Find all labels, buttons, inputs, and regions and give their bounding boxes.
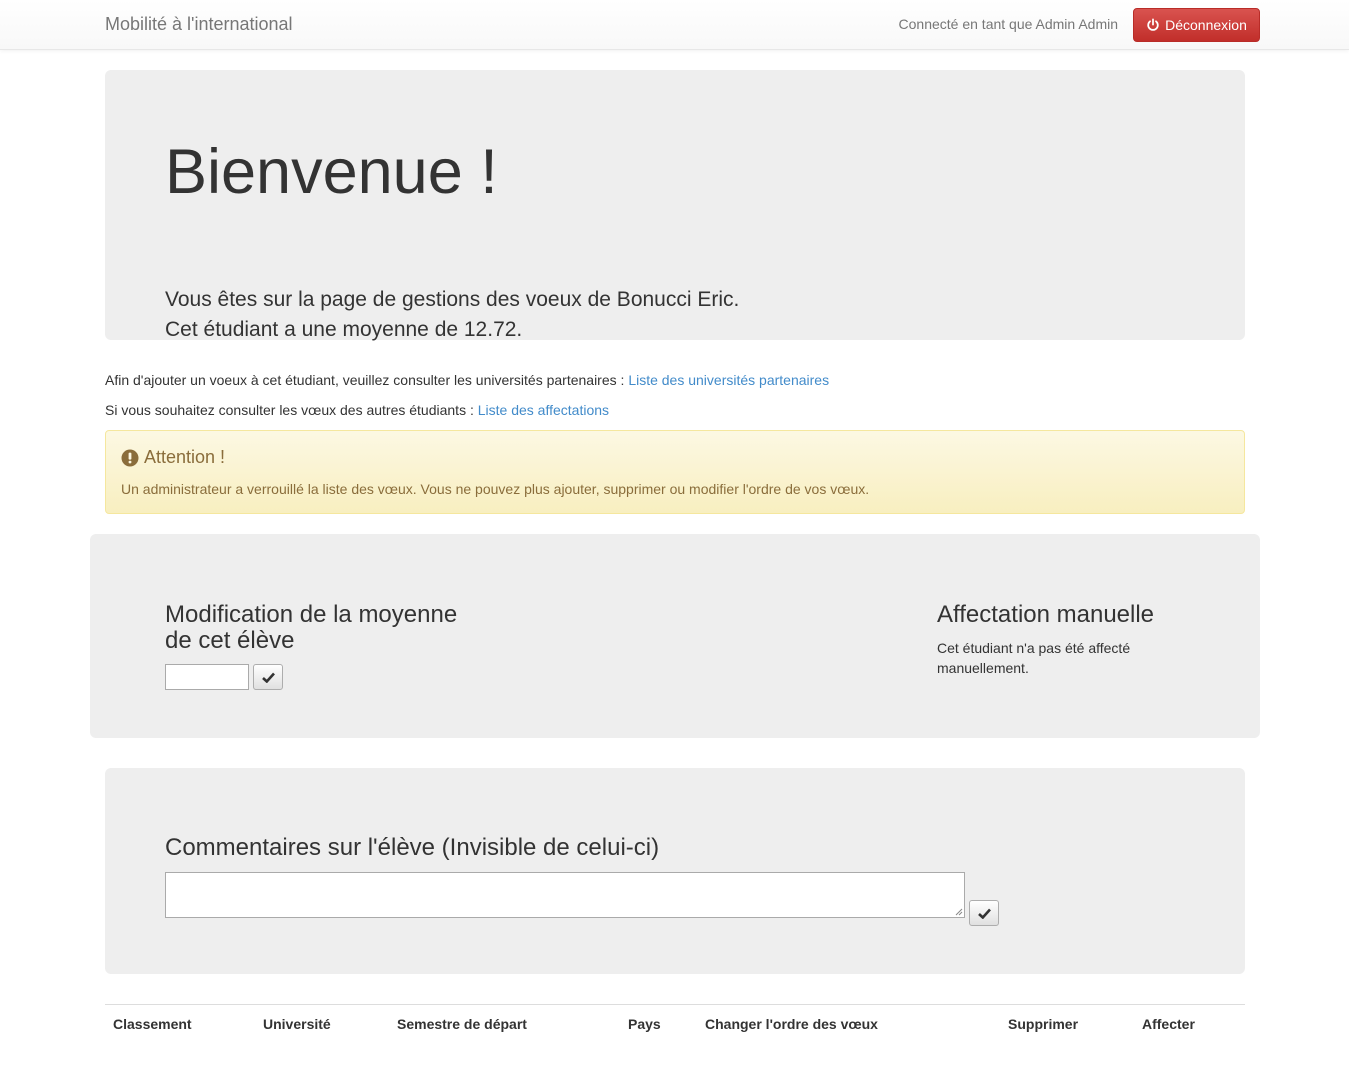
warning-alert: Attention ! Un administrateur a verrouil… <box>105 430 1245 514</box>
average-edit-title-line2: de cet élève <box>165 627 295 654</box>
brand[interactable]: Mobilité à l'international <box>105 14 293 35</box>
column-header-reorder: Changer l'ordre des vœux <box>705 1016 878 1032</box>
comment-title: Commentaires sur l'élève (Invisible de c… <box>165 834 660 861</box>
assignments-info: Si vous souhaitez consulter les vœux des… <box>105 402 609 418</box>
logout-button[interactable]: Déconnexion <box>1133 8 1260 42</box>
column-header-rank: Classement <box>113 1016 192 1032</box>
manual-assignment-title: Affectation manuelle <box>937 601 1155 628</box>
welcome-line-student: Vous êtes sur la page de gestions des vo… <box>165 288 740 311</box>
power-icon <box>1147 18 1159 31</box>
alert-title-text: Attention ! <box>144 447 226 467</box>
assignments-text: Si vous souhaitez consulter les vœux des… <box>105 402 478 418</box>
checkmark-icon <box>977 908 991 919</box>
checkmark-icon <box>261 672 275 683</box>
comment-panel: Commentaires sur l'élève (Invisible de c… <box>105 768 1245 974</box>
page-title: Bienvenue ! <box>165 137 498 207</box>
wishes-table-header: Classement Université Semestre de départ… <box>105 1004 1245 1042</box>
manual-assignment-status: Cet étudiant n'a pas été affecté manuell… <box>937 640 1131 676</box>
connected-user-text: Connecté en tant que Admin Admin <box>898 16 1118 32</box>
welcome-jumbotron: Bienvenue ! Vous êtes sur la page de ges… <box>105 70 1245 341</box>
alert-message: Un administrateur a verrouillé la liste … <box>121 481 870 497</box>
navbar: Mobilité à l'international Connecté en t… <box>0 0 1349 50</box>
exclamation-sign-icon <box>121 449 139 466</box>
alert-title: Attention ! <box>121 447 225 468</box>
column-header-university: Université <box>263 1016 331 1032</box>
partner-universities-text: Afin d'ajouter un voeux à cet étudiant, … <box>105 372 629 388</box>
partner-universities-link[interactable]: Liste des universités partenaires <box>628 372 829 388</box>
comment-submit-button[interactable] <box>969 900 999 926</box>
comment-textarea[interactable] <box>165 872 965 918</box>
resize-handle-icon[interactable] <box>954 907 963 916</box>
column-header-country: Pays <box>628 1016 661 1032</box>
partner-universities-info: Afin d'ajouter un voeux à cet étudiant, … <box>105 372 829 388</box>
welcome-line-average: Cet étudiant a une moyenne de 12.72. <box>165 318 523 341</box>
assignments-link[interactable]: Liste des affectations <box>478 402 609 418</box>
column-header-delete: Supprimer <box>1008 1016 1079 1032</box>
average-edit-title: Modification de la moyenne de cet élève <box>165 602 485 654</box>
average-and-assignment-panel: Modification de la moyenne de cet élève … <box>90 534 1260 738</box>
logout-label: Déconnexion <box>1165 17 1247 33</box>
column-header-assign: Affecter <box>1142 1016 1195 1032</box>
average-input[interactable] <box>165 664 249 690</box>
column-header-semester: Semestre de départ <box>397 1016 527 1032</box>
average-submit-button[interactable] <box>253 664 283 690</box>
average-edit-title-line1: Modification de la moyenne <box>165 601 458 628</box>
